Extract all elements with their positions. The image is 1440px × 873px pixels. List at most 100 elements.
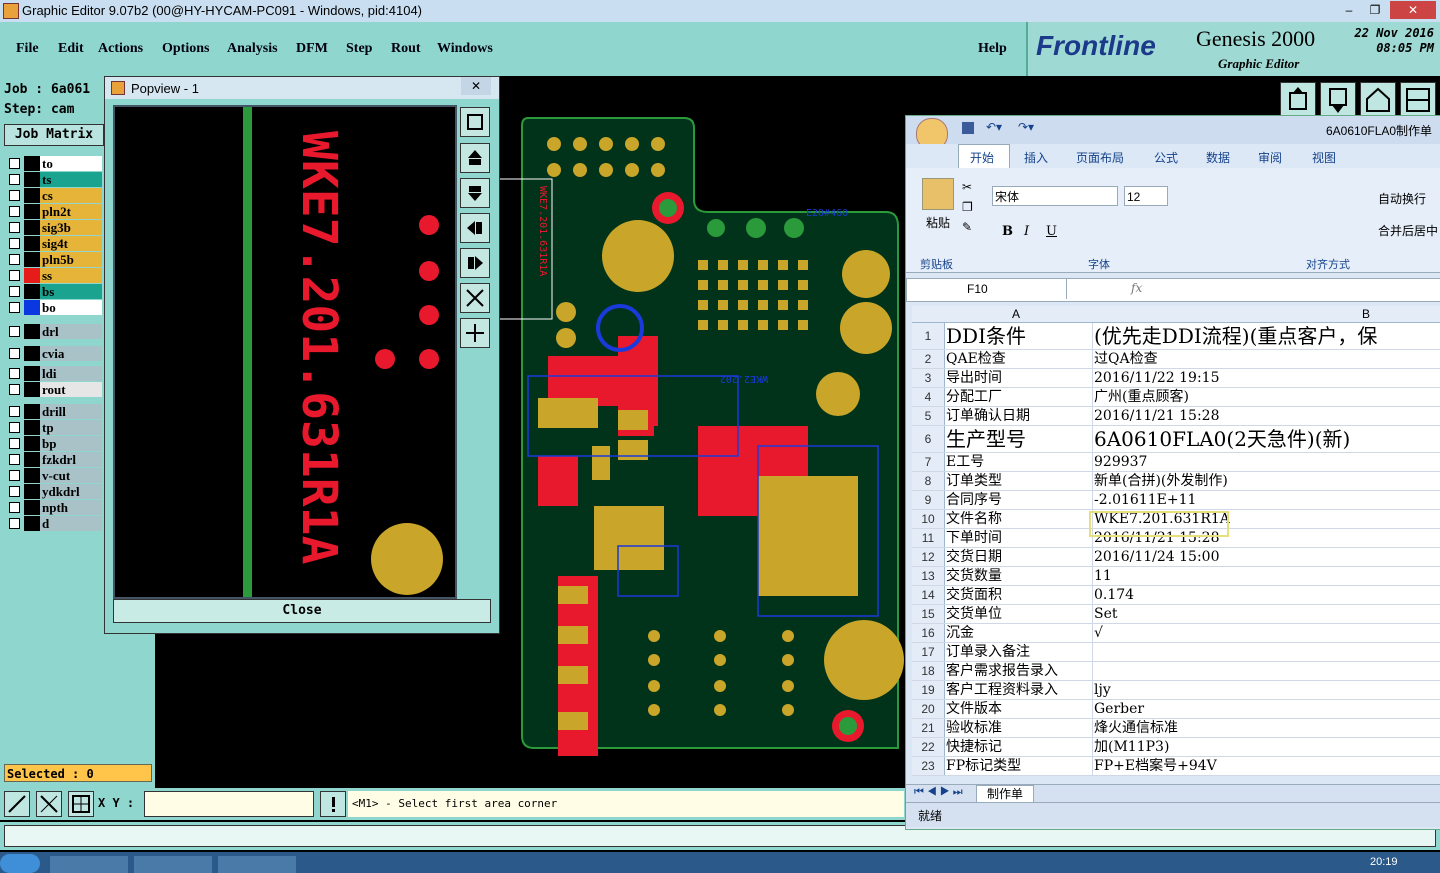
cell-b[interactable]: 新单(合拼)(外发制作) — [1094, 472, 1440, 490]
row-number[interactable]: 18 — [912, 662, 945, 680]
wrap-text-button[interactable]: 自动换行 — [1378, 190, 1426, 207]
table-row[interactable]: 9 合同序号 -2.01611E+11 — [912, 491, 1440, 510]
layer-name[interactable]: to — [40, 156, 102, 171]
popview-right-icon[interactable] — [460, 248, 490, 278]
layer-row-cvia[interactable]: cvia — [6, 346, 102, 361]
popview-down-icon[interactable] — [460, 178, 490, 208]
layer-checkbox[interactable] — [9, 470, 20, 481]
layer-checkbox[interactable] — [9, 518, 20, 529]
worksheet-grid[interactable]: A B 1 DDI条件 (优先走DDI流程)(重点客户，保 2 QAE检查 过QA检查 3 导… — [912, 306, 1440, 776]
cell-b[interactable] — [1094, 662, 1440, 680]
row-number[interactable]: 20 — [912, 700, 945, 718]
layer-color-swatch[interactable] — [24, 236, 40, 251]
row-number[interactable]: 13 — [912, 567, 945, 585]
cell-a[interactable]: QAE检查 — [946, 350, 1093, 368]
layer-color-swatch[interactable] — [24, 420, 40, 435]
menu-rout[interactable]: Rout — [391, 41, 421, 57]
layer-color-swatch[interactable] — [24, 324, 40, 339]
row-number[interactable]: 12 — [912, 548, 945, 566]
tab-view[interactable]: 视图 — [1312, 149, 1336, 166]
bold-icon[interactable]: B — [1002, 224, 1013, 239]
popview-center-icon[interactable] — [460, 318, 490, 348]
table-row[interactable]: 5 订单确认日期 2016/11/21 15:28 — [912, 407, 1440, 426]
sheet-nav-icon[interactable]: ⏮ ◀ ▶ ⏭ — [914, 786, 963, 799]
popview-zoom-icon[interactable] — [460, 107, 490, 137]
layer-row-bo[interactable]: bo — [6, 300, 102, 315]
layer-name[interactable]: ts — [40, 172, 102, 187]
row-number[interactable]: 16 — [912, 624, 945, 642]
tab-home[interactable]: 开始 — [970, 149, 994, 166]
layer-name[interactable]: drl — [40, 324, 102, 339]
cell-a[interactable]: 订单录入备注 — [946, 643, 1093, 661]
layer-name[interactable]: bo — [40, 300, 102, 315]
cell-b[interactable]: 2016/11/24 15:00 — [1094, 548, 1440, 566]
layer-name[interactable]: d — [40, 516, 102, 531]
cell-a[interactable]: 合同序号 — [946, 491, 1093, 509]
layer-color-swatch[interactable] — [24, 252, 40, 267]
layer-checkbox[interactable] — [9, 238, 20, 249]
cell-b[interactable]: Set — [1094, 605, 1440, 623]
layer-checkbox[interactable] — [9, 286, 20, 297]
cell-b[interactable]: -2.01611E+11 — [1094, 491, 1440, 509]
layer-row-cs[interactable]: cs — [6, 188, 102, 203]
cell-a[interactable]: 下单时间 — [946, 529, 1093, 547]
row-number[interactable]: 5 — [912, 407, 945, 425]
row-number[interactable]: 3 — [912, 369, 945, 387]
cell-a[interactable]: 交货数量 — [946, 567, 1093, 585]
row-number[interactable]: 14 — [912, 586, 945, 604]
layer-color-swatch[interactable] — [24, 366, 40, 381]
row-number[interactable]: 11 — [912, 529, 945, 547]
cell-b[interactable]: 广州(重点顾客) — [1094, 388, 1440, 406]
layer-row-ts[interactable]: ts — [6, 172, 102, 187]
cell-a[interactable]: 导出时间 — [946, 369, 1093, 387]
layer-color-swatch[interactable] — [24, 484, 40, 499]
layer-name[interactable]: sig3b — [40, 220, 102, 235]
layer-color-swatch[interactable] — [24, 452, 40, 467]
underline-icon[interactable]: U — [1046, 224, 1057, 239]
layer-row-drl[interactable]: drl — [6, 324, 102, 339]
table-row[interactable]: 3 导出时间 2016/11/22 19:15 — [912, 369, 1440, 388]
table-row[interactable]: 23 FP标记类型 FP+E档案号+94V — [912, 757, 1440, 776]
cell-b[interactable]: ljy — [1094, 681, 1440, 699]
table-row[interactable]: 19 客户工程资料录入 ljy — [912, 681, 1440, 700]
layer-checkbox[interactable] — [9, 502, 20, 513]
layer-checkbox[interactable] — [9, 206, 20, 217]
cell-a[interactable]: 订单类型 — [946, 472, 1093, 490]
layer-name[interactable]: ldi — [40, 366, 102, 381]
row-number[interactable]: 7 — [912, 453, 945, 471]
copy-icon[interactable]: ❐ — [962, 200, 973, 214]
layer-checkbox[interactable] — [9, 254, 20, 265]
tool-alert-icon[interactable] — [320, 791, 346, 817]
layer-row-ldi[interactable]: ldi — [6, 366, 102, 381]
popview-fit-icon[interactable] — [460, 283, 490, 313]
menu-step[interactable]: Step — [346, 41, 372, 57]
layer-name[interactable]: pln5b — [40, 252, 102, 267]
layer-checkbox[interactable] — [9, 174, 20, 185]
layer-color-swatch[interactable] — [24, 172, 40, 187]
layer-color-swatch[interactable] — [24, 300, 40, 315]
table-row[interactable]: 20 文件版本 Gerber — [912, 700, 1440, 719]
toolbar-window-icon[interactable] — [1400, 82, 1436, 118]
layer-color-swatch[interactable] — [24, 284, 40, 299]
taskbar-item[interactable] — [134, 856, 212, 873]
layer-row-rout[interactable]: rout — [6, 382, 102, 397]
menu-dfm[interactable]: DFM — [296, 41, 328, 57]
toolbar-up-icon[interactable] — [1280, 82, 1316, 118]
layer-row-bp[interactable]: bp — [6, 436, 102, 451]
menu-actions[interactable]: Actions — [98, 41, 143, 57]
layer-color-swatch[interactable] — [24, 188, 40, 203]
paste-label[interactable]: 粘贴 — [926, 214, 950, 231]
job-matrix-button[interactable]: Job Matrix — [4, 124, 104, 146]
layer-row-npth[interactable]: npth — [6, 500, 102, 515]
format-painter-icon[interactable]: ✎ — [962, 220, 972, 234]
layer-name[interactable]: bp — [40, 436, 102, 451]
cell-a[interactable]: 分配工厂 — [946, 388, 1093, 406]
cell-a[interactable]: 生产型号 — [946, 426, 1093, 452]
layer-checkbox[interactable] — [9, 158, 20, 169]
cell-a[interactable]: 交货面积 — [946, 586, 1093, 604]
layer-name[interactable]: cvia — [40, 346, 102, 361]
layer-checkbox[interactable] — [9, 486, 20, 497]
toolbar-down-icon[interactable] — [1320, 82, 1356, 118]
table-row[interactable]: 18 客户需求报告录入 — [912, 662, 1440, 681]
row-number[interactable]: 2 — [912, 350, 945, 368]
